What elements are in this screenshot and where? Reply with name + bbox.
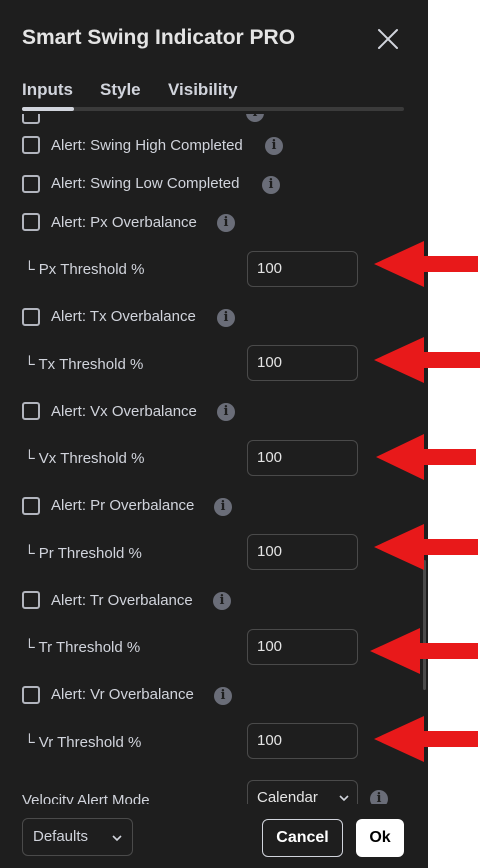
tab-inputs[interactable]: Inputs	[22, 80, 73, 100]
red-arrow-icon	[376, 434, 476, 480]
dialog-title: Smart Swing Indicator PRO	[22, 26, 296, 49]
info-icon[interactable]: i	[214, 687, 232, 705]
alert-swing-low-checkbox[interactable]	[22, 175, 40, 193]
tab-underline-track	[22, 107, 404, 111]
inputs-panel: i Alert: Swing High Completed i Alert: S…	[0, 114, 428, 804]
alert-swing-high-checkbox[interactable]	[22, 136, 40, 154]
red-arrow-icon	[374, 524, 478, 570]
tab-style[interactable]: Style	[100, 80, 141, 100]
alert-swing-high-label: Alert: Swing High Completed	[51, 137, 243, 154]
tab-visibility[interactable]: Visibility	[168, 80, 238, 100]
tx-threshold-input[interactable]: 100	[247, 345, 358, 381]
info-icon[interactable]: i	[246, 114, 264, 122]
cancel-button[interactable]: Cancel	[262, 819, 343, 857]
active-tab-indicator	[22, 107, 74, 111]
alert-tx-label: Alert: Tx Overbalance	[51, 308, 196, 325]
vr-threshold-input[interactable]: 100	[247, 723, 358, 759]
tr-threshold-label: └ Tr Threshold %	[24, 639, 141, 656]
alert-vx-label: Alert: Vx Overbalance	[51, 403, 197, 420]
alert-tr-checkbox[interactable]	[22, 591, 40, 609]
red-arrow-icon	[370, 628, 478, 674]
px-threshold-input[interactable]: 100	[247, 251, 358, 287]
alert-vx-checkbox[interactable]	[22, 402, 40, 420]
vx-threshold-input[interactable]: 100	[247, 440, 358, 476]
info-icon[interactable]: i	[213, 592, 231, 610]
info-icon[interactable]: i	[217, 309, 235, 327]
defaults-label: Defaults	[33, 828, 89, 845]
alert-tx-checkbox[interactable]	[22, 308, 40, 326]
alert-vr-label: Alert: Vr Overbalance	[51, 686, 194, 703]
checkbox-hidden-above[interactable]	[22, 114, 40, 124]
tx-threshold-label: └ Tx Threshold %	[24, 356, 144, 373]
dialog-footer: Defaults Cancel Ok	[0, 804, 428, 868]
vr-threshold-label: └ Vr Threshold %	[24, 734, 142, 751]
alert-px-checkbox[interactable]	[22, 213, 40, 231]
close-icon[interactable]	[374, 25, 402, 53]
velocity-alert-mode-label: Velocity Alert Mode	[22, 792, 150, 804]
alert-swing-low-label: Alert: Swing Low Completed	[51, 175, 240, 192]
velocity-alert-mode-value: Calendar	[257, 789, 318, 804]
alert-tr-label: Alert: Tr Overbalance	[51, 592, 193, 609]
info-icon[interactable]: i	[217, 403, 235, 421]
red-arrow-icon	[374, 716, 478, 762]
alert-pr-checkbox[interactable]	[22, 497, 40, 515]
info-icon[interactable]: i	[217, 214, 235, 232]
info-icon[interactable]: i	[265, 137, 283, 155]
info-icon[interactable]: i	[370, 790, 388, 804]
velocity-alert-mode-select[interactable]: Calendar	[247, 780, 358, 804]
red-arrow-icon	[374, 241, 478, 287]
red-arrow-icon	[374, 337, 480, 383]
alert-pr-label: Alert: Pr Overbalance	[51, 497, 195, 514]
info-icon[interactable]: i	[214, 498, 232, 516]
alert-vr-checkbox[interactable]	[22, 686, 40, 704]
vx-threshold-label: └ Vx Threshold %	[24, 450, 145, 467]
defaults-dropdown[interactable]: Defaults	[22, 818, 133, 856]
info-icon[interactable]: i	[262, 176, 280, 194]
settings-dialog: Smart Swing Indicator PRO Inputs Style V…	[0, 0, 428, 868]
alert-px-label: Alert: Px Overbalance	[51, 214, 197, 231]
px-threshold-label: └ Px Threshold %	[24, 261, 145, 278]
pr-threshold-label: └ Pr Threshold %	[24, 545, 142, 562]
ok-button[interactable]: Ok	[356, 819, 404, 857]
tr-threshold-input[interactable]: 100	[247, 629, 358, 665]
pr-threshold-input[interactable]: 100	[247, 534, 358, 570]
chevron-down-icon	[111, 831, 123, 848]
chevron-down-icon	[338, 781, 350, 804]
